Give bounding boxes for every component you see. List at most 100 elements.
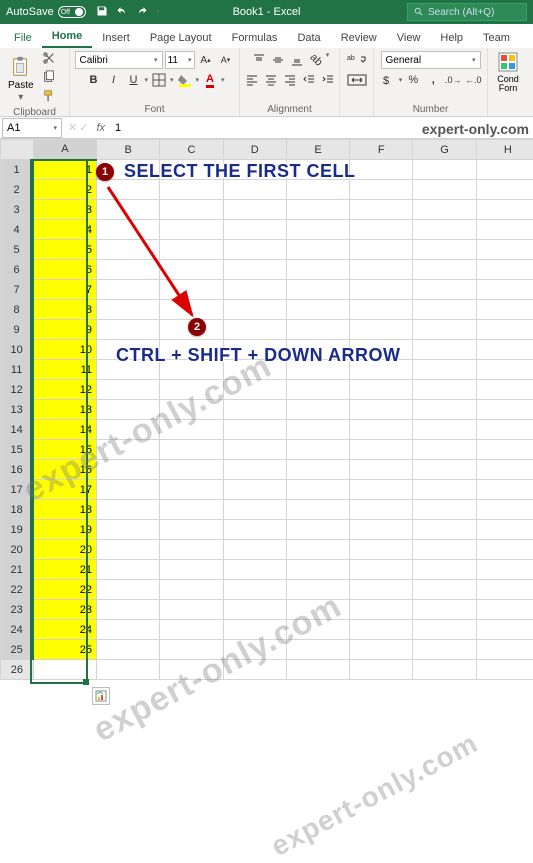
row-header-3[interactable]: 3: [1, 200, 34, 220]
cell-C23[interactable]: [160, 600, 223, 620]
align-middle-button[interactable]: [269, 51, 287, 69]
cell-C19[interactable]: [160, 520, 223, 540]
col-header-F[interactable]: F: [350, 140, 413, 160]
decrease-decimal-button[interactable]: ←.0: [464, 71, 482, 89]
cell-B11[interactable]: [97, 360, 160, 380]
cell-C3[interactable]: [160, 200, 223, 220]
cell-G3[interactable]: [413, 200, 476, 220]
cell-F6[interactable]: [350, 260, 413, 280]
cell-A2[interactable]: 2: [33, 180, 96, 200]
cell-A6[interactable]: 6: [33, 260, 96, 280]
number-format-select[interactable]: General▾: [381, 51, 481, 69]
cell-D10[interactable]: [223, 340, 286, 360]
cell-F14[interactable]: [350, 420, 413, 440]
cell-F5[interactable]: [350, 240, 413, 260]
cell-E1[interactable]: [286, 160, 349, 180]
cell-A10[interactable]: 10: [33, 340, 96, 360]
cell-D6[interactable]: [223, 260, 286, 280]
row-header-16[interactable]: 16: [1, 460, 34, 480]
tab-page-layout[interactable]: Page Layout: [140, 28, 222, 48]
font-name-select[interactable]: Calibri▾: [75, 51, 163, 69]
conditional-formatting-icon[interactable]: [497, 51, 519, 73]
row-header-1[interactable]: 1: [1, 160, 34, 180]
cell-B9[interactable]: [97, 320, 160, 340]
cell-H19[interactable]: [476, 520, 533, 540]
name-box[interactable]: A1▾: [2, 118, 62, 138]
cell-C15[interactable]: [160, 440, 223, 460]
cell-F3[interactable]: [350, 200, 413, 220]
redo-icon[interactable]: [136, 5, 148, 20]
cell-C17[interactable]: [160, 480, 223, 500]
cell-G18[interactable]: [413, 500, 476, 520]
cell-B4[interactable]: [97, 220, 160, 240]
cell-E14[interactable]: [286, 420, 349, 440]
cell-E26[interactable]: [286, 660, 349, 680]
cell-A1[interactable]: 1: [33, 160, 96, 180]
cell-F21[interactable]: [350, 560, 413, 580]
cell-E10[interactable]: [286, 340, 349, 360]
copy-icon[interactable]: [42, 70, 56, 87]
cell-D8[interactable]: [223, 300, 286, 320]
cell-B7[interactable]: [97, 280, 160, 300]
cell-G1[interactable]: [413, 160, 476, 180]
cell-E24[interactable]: [286, 620, 349, 640]
cell-C1[interactable]: [160, 160, 223, 180]
cell-A18[interactable]: 18: [33, 500, 96, 520]
row-header-6[interactable]: 6: [1, 260, 34, 280]
row-header-17[interactable]: 17: [1, 480, 34, 500]
row-header-11[interactable]: 11: [1, 360, 34, 380]
cell-G5[interactable]: [413, 240, 476, 260]
increase-decimal-button[interactable]: .0→: [444, 71, 462, 89]
save-icon[interactable]: [96, 5, 108, 20]
cell-B10[interactable]: [97, 340, 160, 360]
font-size-select[interactable]: 11▾: [165, 51, 195, 69]
cell-E21[interactable]: [286, 560, 349, 580]
cell-E16[interactable]: [286, 460, 349, 480]
font-color-button[interactable]: A: [201, 71, 219, 89]
cell-D13[interactable]: [223, 400, 286, 420]
cell-F22[interactable]: [350, 580, 413, 600]
cell-D26[interactable]: [223, 660, 286, 680]
cell-E11[interactable]: [286, 360, 349, 380]
cell-A9[interactable]: 9: [33, 320, 96, 340]
cell-B12[interactable]: [97, 380, 160, 400]
row-header-24[interactable]: 24: [1, 620, 34, 640]
row-header-12[interactable]: 12: [1, 380, 34, 400]
autosave-toggle[interactable]: AutoSave Off: [6, 6, 86, 18]
format-painter-icon[interactable]: [42, 89, 56, 106]
row-header-13[interactable]: 13: [1, 400, 34, 420]
qat-more-icon[interactable]: ▾: [156, 8, 160, 16]
cell-A16[interactable]: 16: [33, 460, 96, 480]
row-header-22[interactable]: 22: [1, 580, 34, 600]
cell-C7[interactable]: [160, 280, 223, 300]
cell-D19[interactable]: [223, 520, 286, 540]
cell-E15[interactable]: [286, 440, 349, 460]
cell-G2[interactable]: [413, 180, 476, 200]
select-all-corner[interactable]: [1, 140, 34, 160]
cell-C4[interactable]: [160, 220, 223, 240]
cell-G15[interactable]: [413, 440, 476, 460]
cell-G17[interactable]: [413, 480, 476, 500]
increase-font-button[interactable]: A▴: [197, 51, 215, 69]
cell-D21[interactable]: [223, 560, 286, 580]
cell-A19[interactable]: 19: [33, 520, 96, 540]
cell-F9[interactable]: [350, 320, 413, 340]
cell-D2[interactable]: [223, 180, 286, 200]
cell-B26[interactable]: [97, 660, 160, 680]
tab-formulas[interactable]: Formulas: [222, 28, 288, 48]
row-header-20[interactable]: 20: [1, 540, 34, 560]
cell-E9[interactable]: [286, 320, 349, 340]
cell-H5[interactable]: [476, 240, 533, 260]
cell-E3[interactable]: [286, 200, 349, 220]
tab-review[interactable]: Review: [331, 28, 387, 48]
cell-E18[interactable]: [286, 500, 349, 520]
cell-G6[interactable]: [413, 260, 476, 280]
cell-H12[interactable]: [476, 380, 533, 400]
cell-C14[interactable]: [160, 420, 223, 440]
decrease-font-button[interactable]: A▾: [217, 51, 235, 69]
tab-data[interactable]: Data: [287, 28, 330, 48]
row-header-4[interactable]: 4: [1, 220, 34, 240]
row-header-15[interactable]: 15: [1, 440, 34, 460]
chevron-down-icon[interactable]: ▾: [326, 51, 330, 69]
cell-D3[interactable]: [223, 200, 286, 220]
